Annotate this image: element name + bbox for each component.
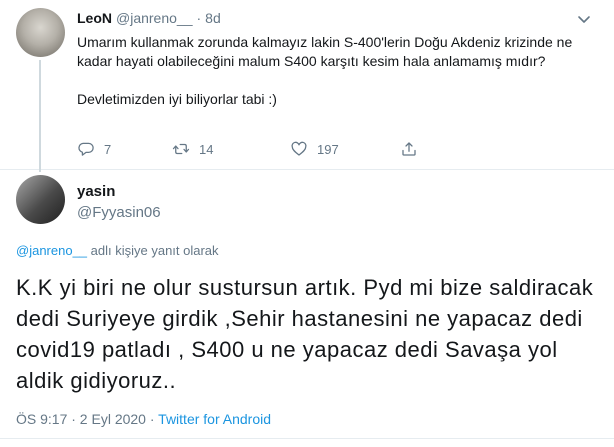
tweet-paragraph: Devletimizden iyi biliyorlar tabi :) xyxy=(77,91,277,107)
retweet-button[interactable]: 14 xyxy=(172,140,290,158)
tweet-header: LeoN @janreno__ · 8d xyxy=(77,10,221,28)
tweet-text: Umarım kullanmak zorunda kalmayız lakin … xyxy=(77,33,597,109)
reply-button[interactable]: 7 xyxy=(77,140,172,158)
replying-label: adlı kişiye yanıt olarak xyxy=(87,243,219,258)
retweet-icon xyxy=(172,143,190,155)
mention-link[interactable]: @janreno__ xyxy=(16,243,87,258)
separator-dot: · xyxy=(196,10,202,26)
tweet-source[interactable]: Twitter for Android xyxy=(158,411,271,427)
retweet-count: 14 xyxy=(199,141,214,157)
share-icon xyxy=(402,142,416,156)
thread-connector xyxy=(39,60,41,172)
tweet-timestamp[interactable]: ÖS 9:17 · 2 Eyl 2020 xyxy=(16,411,146,427)
like-count: 197 xyxy=(317,141,339,157)
share-button[interactable] xyxy=(400,140,418,158)
tweet-text: K.K yi biri ne olur sustursun artık. Pyd… xyxy=(16,275,594,393)
replying-to: @janreno__ adlı kişiye yanıt olarak xyxy=(16,243,219,258)
chevron-down-icon[interactable] xyxy=(574,9,594,29)
divider xyxy=(0,438,614,439)
tweet-meta: ÖS 9:17 · 2 Eyl 2020 · Twitter for Andro… xyxy=(16,411,271,427)
like-button[interactable]: 197 xyxy=(290,140,400,158)
avatar[interactable] xyxy=(16,8,65,57)
reply-count: 7 xyxy=(104,141,112,157)
tweet-paragraph: Umarım kullanmak zorunda kalmayız lakin … xyxy=(77,34,573,69)
author-handle[interactable]: @janreno__ xyxy=(116,10,193,26)
parent-tweet[interactable]: LeoN @janreno__ · 8d Umarım kullanmak zo… xyxy=(0,0,614,172)
author-name[interactable]: yasin xyxy=(77,183,115,200)
tweet-time[interactable]: 8d xyxy=(205,10,221,26)
avatar[interactable] xyxy=(16,175,65,224)
action-bar: 7 14 197 xyxy=(77,139,418,159)
author-name[interactable]: LeoN xyxy=(77,10,112,26)
heart-icon xyxy=(291,141,307,156)
separator-dot: · xyxy=(145,411,159,427)
author-handle[interactable]: @Fyyasin06 xyxy=(77,204,161,221)
reply-icon xyxy=(78,142,94,156)
